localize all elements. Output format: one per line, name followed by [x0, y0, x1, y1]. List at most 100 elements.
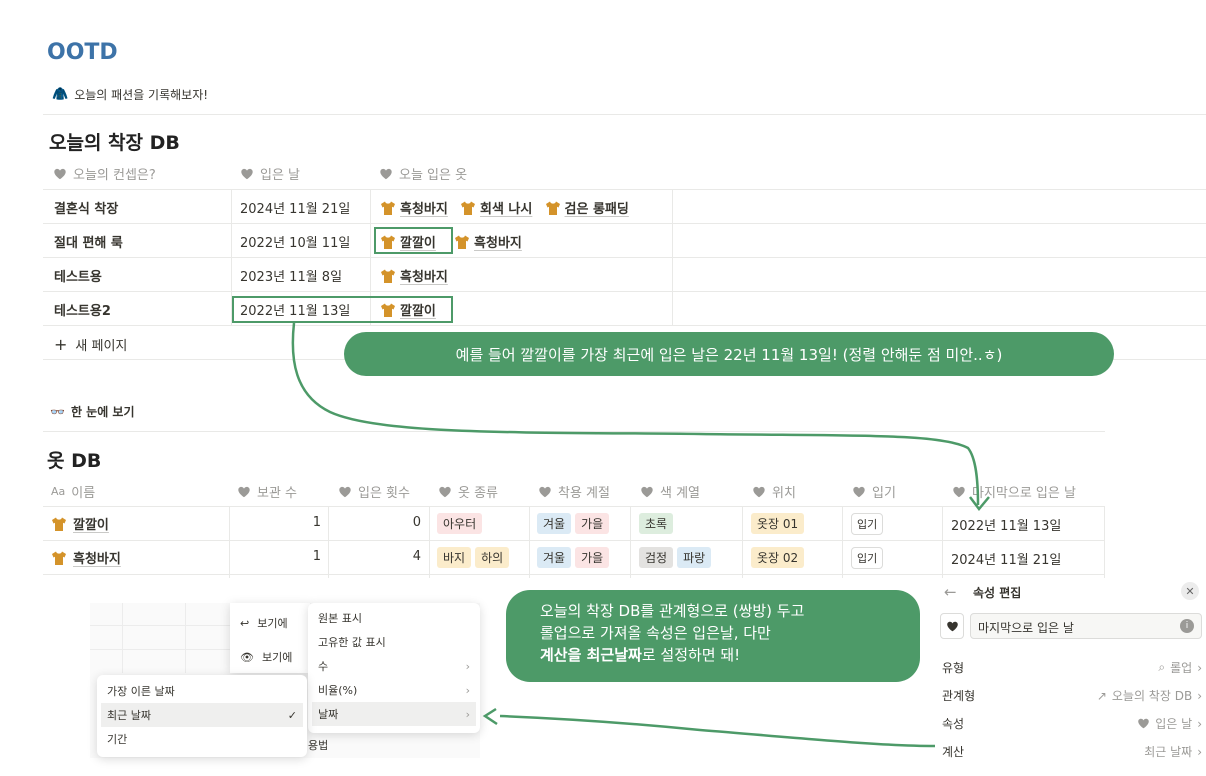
tag: 가을	[575, 547, 610, 568]
relation-item[interactable]: 흑청바지	[380, 198, 448, 217]
table-row-date: 2022년 10월 11일	[240, 236, 351, 251]
table-row-clothes: 깔깔이 흑청바지	[380, 232, 530, 254]
chevron-right-icon: ›	[1197, 716, 1202, 731]
tag: 겨울	[537, 513, 572, 534]
table-cell-color: 검정 파랑	[639, 547, 715, 568]
tag: 가을	[575, 513, 610, 534]
tag: 파랑	[677, 547, 712, 568]
table-row-name[interactable]: 테스트용2	[54, 300, 111, 319]
relation-item[interactable]: 깔깔이	[380, 300, 436, 319]
db2-header-name[interactable]: Aa 이름	[51, 482, 95, 501]
check-icon: ✓	[287, 708, 297, 722]
property-row-calculate[interactable]: 계산 최근 날짜 ›	[942, 743, 1202, 760]
annotation-bubble: 예를 들어 깔깔이를 가장 최근에 입은 날은 22년 11월 13일! (정렬…	[344, 332, 1114, 376]
heart-icon	[946, 621, 958, 631]
heart-icon	[752, 485, 766, 499]
table-cell-last-worn: 2024년 11월 21일	[951, 553, 1062, 568]
jacket-icon: 🧥	[52, 87, 69, 102]
back-arrow-icon[interactable]: ←	[944, 583, 957, 601]
date-submenu: 가장 이른 날짜 최근 날짜 ✓ 기간	[97, 675, 307, 757]
tshirt-icon	[454, 234, 470, 250]
page-subtitle: 🧥 오늘의 패션을 기록해보자!	[52, 87, 209, 102]
table-cell-color: 초록	[639, 513, 677, 534]
menu-item-latest-date[interactable]: 최근 날짜 ✓	[101, 703, 303, 727]
heart-icon	[1137, 717, 1150, 730]
menu-item-show-original[interactable]: 원본 표시	[308, 606, 480, 630]
tag: 옷장 02	[751, 547, 805, 568]
db2-header-worn[interactable]: 입은 횟수	[338, 482, 410, 501]
table-row-clothes: 흑청바지 회색 나시 검은 롱패딩	[380, 198, 637, 220]
property-row-property[interactable]: 속성 입은 날 ›	[942, 715, 1202, 732]
relation-item[interactable]: 흑청바지	[454, 232, 522, 251]
heart-icon	[338, 485, 352, 499]
table-row-date: 2022년 11월 13일	[240, 304, 351, 319]
chevron-right-icon: ›	[465, 683, 470, 697]
menu-item-count[interactable]: 수 ›	[308, 654, 480, 678]
db2-header-color[interactable]: 색 계열	[640, 482, 700, 501]
heart-icon	[640, 485, 654, 499]
new-page-button[interactable]: + 새 페이지	[54, 335, 127, 355]
wear-button[interactable]: 입기	[851, 513, 884, 535]
menu-item-view[interactable]: ↩ 보기에	[230, 611, 310, 635]
menu-item-unique-values[interactable]: 고유한 값 표시	[308, 630, 480, 654]
info-icon[interactable]: i	[1180, 619, 1194, 633]
tag: 겨울	[537, 547, 572, 568]
view-menu: ↩ 보기에 👁 보기에	[230, 603, 310, 673]
db2-header-type[interactable]: 옷 종류	[438, 482, 498, 501]
property-row-type[interactable]: 유형 ⌕ 롤업 ›	[942, 659, 1202, 676]
table-cell-location: 옷장 01	[751, 513, 808, 534]
menu-item-range[interactable]: 기간	[97, 727, 307, 751]
property-name-input[interactable]: 마지막으로 입은 날 i	[970, 613, 1202, 639]
heart-icon	[53, 167, 67, 181]
menu-item-earliest-date[interactable]: 가장 이른 날짜	[97, 679, 307, 703]
chevron-right-icon: ›	[465, 707, 470, 721]
db1-header-concept[interactable]: 오늘의 컨셉은?	[53, 164, 156, 183]
table-cell-type: 아우터	[437, 513, 486, 534]
heart-icon	[438, 485, 452, 499]
property-icon-picker[interactable]	[940, 613, 964, 639]
tag: 옷장 01	[751, 513, 805, 534]
tshirt-icon	[545, 200, 561, 216]
table-row-name[interactable]: 절대 편해 룩	[54, 232, 123, 251]
table-row-clothes: 깔깔이	[380, 300, 444, 322]
heart-icon	[952, 485, 966, 499]
return-icon: ↩	[240, 616, 250, 630]
tshirt-icon	[380, 302, 396, 318]
wear-button[interactable]: 입기	[851, 547, 884, 569]
db2-header-location[interactable]: 위치	[752, 482, 796, 501]
tshirt-icon	[380, 200, 396, 216]
table-cell-last-worn: 2022년 11월 13일	[951, 519, 1062, 534]
menu-item-view[interactable]: 👁 보기에	[230, 645, 310, 669]
property-row-relation[interactable]: 관계형 ↗ 오늘의 착장 DB ›	[942, 687, 1202, 704]
table-row-clothes: 흑청바지	[380, 266, 456, 288]
chevron-right-icon: ›	[1197, 660, 1202, 675]
menu-item-date[interactable]: 날짜 ›	[312, 702, 476, 726]
chevron-right-icon: ›	[465, 659, 470, 673]
glasses-icon: 👓	[50, 404, 65, 419]
menu-item-percent[interactable]: 비율(%) ›	[308, 678, 480, 702]
tshirt-icon	[51, 516, 67, 532]
tag: 하의	[475, 547, 510, 568]
relation-item[interactable]: 검은 롱패딩	[545, 198, 629, 217]
relation-item[interactable]: 깔깔이	[380, 232, 436, 251]
table-row-name[interactable]: 흑청바지	[51, 548, 121, 567]
table-row-name[interactable]: 결혼식 착장	[54, 198, 118, 217]
close-icon[interactable]: ✕	[1181, 582, 1199, 600]
tag: 아우터	[437, 513, 483, 534]
tshirt-icon	[51, 550, 67, 566]
table-cell-type: 바지 하의	[437, 547, 513, 568]
table-row-name[interactable]: 깔깔이	[51, 514, 109, 533]
table-row-name[interactable]: 테스트용	[54, 266, 102, 285]
db2-header-stock[interactable]: 보관 수	[237, 482, 297, 501]
db2-header-last-worn[interactable]: 마지막으로 입은 날	[952, 482, 1076, 501]
heart-icon	[237, 485, 251, 499]
db2-header-wear[interactable]: 입기	[852, 482, 896, 501]
db1-header-date[interactable]: 입은 날	[240, 164, 300, 183]
section-heading: 👓 한 눈에 보기	[50, 404, 135, 420]
relation-item[interactable]: 회색 나시	[460, 198, 532, 217]
relation-item[interactable]: 흑청바지	[380, 266, 448, 285]
db2-header-season[interactable]: 착용 계절	[538, 482, 610, 501]
table-row-date: 2023년 11월 8일	[240, 270, 343, 285]
table-row-date: 2024년 11월 21일	[240, 202, 351, 217]
db1-header-clothes[interactable]: 오늘 입은 옷	[379, 164, 467, 183]
